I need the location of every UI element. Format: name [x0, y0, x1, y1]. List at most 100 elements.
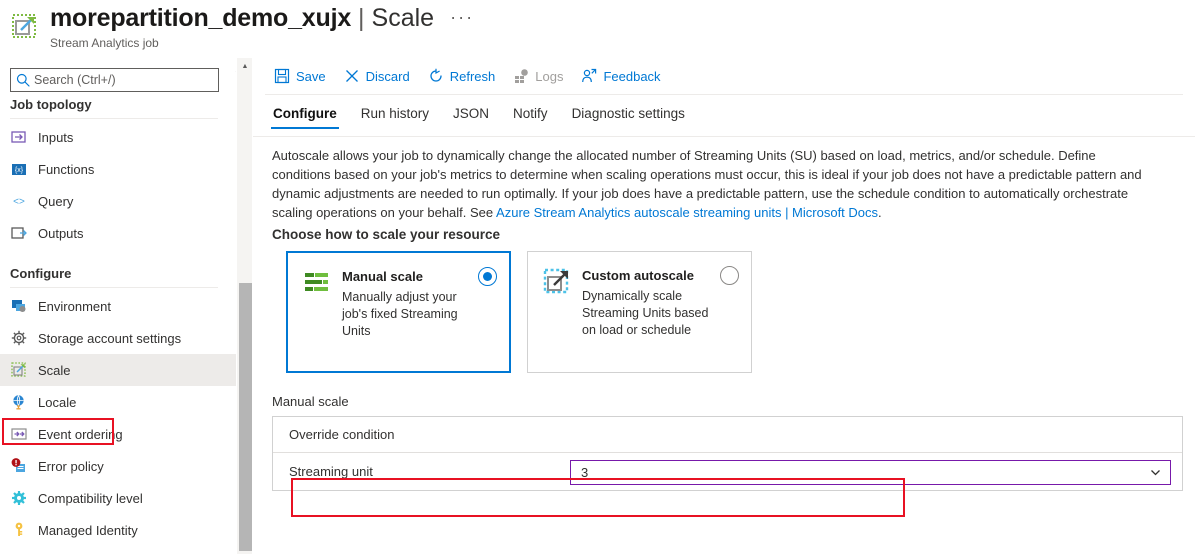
logs-icon [513, 68, 529, 84]
nav-spacer [0, 249, 236, 263]
radio-dot [483, 272, 492, 281]
save-button-label: Save [296, 69, 326, 84]
logs-button-label: Logs [535, 69, 563, 84]
sidebar-item-scale[interactable]: Scale [0, 354, 236, 386]
nav-divider [10, 118, 218, 119]
manual-scale-section-label: Manual scale [272, 394, 349, 409]
azure-portal-blade: morepartition_demo_xujx | Scale ··· Stre… [0, 0, 1195, 554]
custom-autoscale-card-title: Custom autoscale [582, 268, 694, 283]
feedback-button[interactable]: Feedback [572, 61, 669, 91]
manual-scale-radio[interactable] [478, 267, 497, 286]
svg-text:{x}: {x} [15, 167, 24, 174]
svg-text:<>: <> [13, 197, 25, 208]
blade-header: morepartition_demo_xujx | Scale ··· Stre… [0, 0, 1195, 58]
streaming-unit-select[interactable]: 3 [570, 460, 1171, 485]
scale-icon [10, 361, 28, 379]
stream-analytics-job-icon [10, 12, 40, 42]
refresh-icon [428, 68, 444, 84]
resource-name: morepartition_demo_xujx [50, 4, 351, 33]
sidebar-item-label: Storage account settings [38, 331, 181, 346]
sidebar-item-label: Inputs [38, 130, 73, 145]
environment-icon [10, 297, 28, 315]
sidebar-item-environment[interactable]: Environment [0, 290, 236, 322]
blade-name: Scale [372, 4, 435, 33]
tab-notify[interactable]: Notify [501, 102, 560, 129]
nav-group-title-job-topology: Job topology [0, 94, 236, 116]
autoscale-docs-link[interactable]: Azure Stream Analytics autoscale streami… [496, 205, 878, 220]
refresh-button-label: Refresh [450, 69, 496, 84]
override-condition-row: Override condition [273, 417, 1182, 453]
override-condition-label: Override condition [273, 427, 395, 442]
sidebar-item-label: Functions [38, 162, 94, 177]
sidebar-search-row [10, 68, 226, 92]
sidebar-scrollbar-thumb[interactable] [239, 283, 252, 551]
autoscale-description: Autoscale allows your job to dynamically… [272, 146, 1152, 222]
custom-autoscale-radio[interactable] [720, 266, 739, 285]
sidebar-nav: Job topology Inputs {x} [0, 94, 236, 546]
sidebar-item-event-ordering[interactable]: Event ordering [0, 418, 236, 450]
custom-autoscale-card-description: Dynamically scale Streaming Units based … [582, 288, 722, 339]
refresh-button[interactable]: Refresh [419, 61, 505, 91]
command-bar: Save Discard Refresh [253, 58, 1195, 94]
compatibility-icon [10, 489, 28, 507]
logs-button[interactable]: Logs [504, 61, 572, 91]
search-input[interactable] [31, 72, 211, 88]
tab-configure[interactable]: Configure [261, 102, 349, 129]
discard-button[interactable]: Discard [335, 61, 419, 91]
discard-icon [344, 68, 360, 84]
sidebar-scrollbar[interactable]: ▲ [236, 58, 252, 554]
manual-scale-settings-grid: Override condition Streaming unit 3 [272, 416, 1183, 491]
description-text-end: . [878, 205, 882, 220]
inputs-icon [10, 128, 28, 146]
streaming-unit-value: 3 [581, 465, 588, 480]
command-bar-divider [265, 94, 1183, 95]
sidebar-item-query[interactable]: <> Query [0, 185, 236, 217]
functions-icon: {x} [10, 160, 28, 178]
event-ordering-icon [10, 425, 28, 443]
manual-scale-card-title: Manual scale [342, 269, 423, 284]
outputs-icon [10, 224, 28, 242]
sidebar-item-error-policy[interactable]: Error policy [0, 450, 236, 482]
sidebar-item-storage-account-settings[interactable]: Storage account settings [0, 322, 236, 354]
title-separator: | [358, 4, 365, 33]
streaming-unit-select-wrap: 3 [570, 460, 1171, 485]
custom-autoscale-icon [542, 267, 572, 297]
nav-divider [10, 287, 218, 288]
save-button[interactable]: Save [265, 61, 335, 91]
tab-diagnostic-settings[interactable]: Diagnostic settings [560, 102, 697, 129]
sidebar-item-label: Managed Identity [38, 523, 138, 538]
feedback-button-label: Feedback [603, 69, 660, 84]
search-icon [15, 72, 31, 88]
more-menu-icon[interactable]: ··· [450, 7, 474, 28]
resource-type-subtitle: Stream Analytics job [50, 36, 159, 50]
streaming-unit-row: Streaming unit 3 [273, 453, 1182, 489]
blade-content: Save Discard Refresh [253, 58, 1195, 554]
manual-scale-card-description: Manually adjust your job's fixed Streami… [342, 289, 482, 340]
tab-strip-divider [253, 136, 1195, 137]
sidebar-item-label: Environment [38, 299, 111, 314]
error-policy-icon [10, 457, 28, 475]
sidebar-item-functions[interactable]: {x} Functions [0, 153, 236, 185]
sidebar-item-managed-identity[interactable]: Managed Identity [0, 514, 236, 546]
globe-icon [10, 393, 28, 411]
manual-scale-card[interactable]: Manual scale Manually adjust your job's … [286, 251, 511, 373]
nav-group-title-configure: Configure [0, 263, 236, 285]
scale-option-cards: Manual scale Manually adjust your job's … [286, 251, 752, 373]
sidebar-item-outputs[interactable]: Outputs [0, 217, 236, 249]
tab-run-history[interactable]: Run history [349, 102, 441, 129]
key-icon [10, 521, 28, 539]
streaming-unit-label: Streaming unit [273, 464, 373, 479]
page-title: morepartition_demo_xujx | Scale ··· [50, 4, 474, 33]
scroll-up-arrow-icon[interactable]: ▲ [237, 58, 253, 74]
feedback-icon [581, 68, 597, 84]
sidebar-item-label: Query [38, 194, 73, 209]
sidebar-item-label: Scale [38, 363, 71, 378]
search-box[interactable] [10, 68, 219, 92]
discard-button-label: Discard [366, 69, 410, 84]
tab-json[interactable]: JSON [441, 102, 501, 129]
gear-icon [10, 329, 28, 347]
sidebar-item-locale[interactable]: Locale [0, 386, 236, 418]
sidebar-item-compatibility-level[interactable]: Compatibility level [0, 482, 236, 514]
custom-autoscale-card[interactable]: Custom autoscale Dynamically scale Strea… [527, 251, 752, 373]
sidebar-item-inputs[interactable]: Inputs [0, 121, 236, 153]
